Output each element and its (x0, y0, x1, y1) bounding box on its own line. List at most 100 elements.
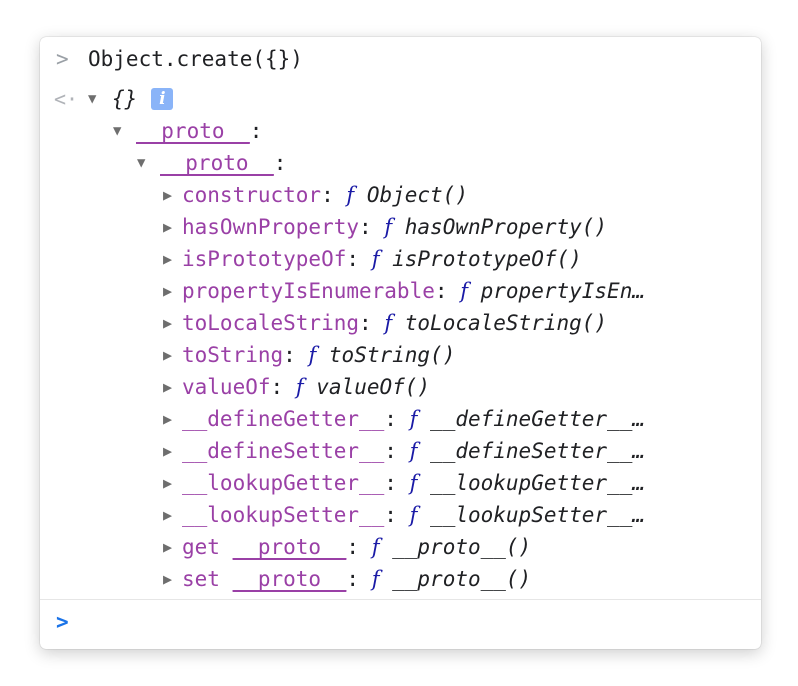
property-row[interactable]: ▶ get __proto__: f __proto__() (40, 531, 761, 563)
property-accessor-keyword: get (182, 535, 233, 559)
property-key: isPrototypeOf (182, 247, 347, 271)
function-glyph: f (371, 247, 380, 271)
function-glyph: f (384, 311, 393, 335)
triangle-right-icon[interactable]: ▶ (163, 371, 172, 403)
property-row[interactable]: ▶ constructor: f Object() (40, 179, 761, 211)
property-value: toLocaleString() (404, 311, 608, 335)
prompt-chevron-icon: > (56, 610, 69, 634)
colon: : (346, 535, 360, 559)
proto-key: __proto__ (160, 151, 274, 175)
property-row[interactable]: ▶ set __proto__: f __proto__() (40, 563, 761, 595)
property-row[interactable]: ▶ __lookupGetter__: f __lookupGetter__… (40, 467, 761, 499)
property-value: toString() (328, 343, 456, 367)
result-object-label: {} (112, 87, 138, 111)
triangle-right-icon[interactable]: ▶ (163, 307, 172, 339)
function-glyph: f (308, 343, 317, 367)
colon: : (346, 247, 360, 271)
property-key: hasOwnProperty (182, 215, 360, 239)
property-row[interactable]: ▶ hasOwnProperty: f hasOwnProperty() (40, 211, 761, 243)
result-row[interactable]: <· ▼ {} i (40, 83, 761, 115)
console-input-code[interactable]: Object.create({}) (88, 43, 303, 75)
property-value: valueOf() (316, 375, 431, 399)
colon: : (359, 215, 372, 239)
proto-key: __proto__ (136, 119, 250, 143)
property-row[interactable]: ▶ toLocaleString: f toLocaleString() (40, 307, 761, 339)
triangle-down-icon[interactable]: ▼ (113, 115, 121, 147)
proto-row-level2[interactable]: ▼ __proto__: (40, 147, 761, 179)
property-value: __proto__() (392, 535, 532, 559)
console-prompt-input[interactable] (88, 606, 728, 638)
object-tree: <· ▼ {} i ▼ __proto__: ▼ __proto__: ▶ cons… (40, 83, 761, 595)
triangle-right-icon[interactable]: ▶ (163, 275, 172, 307)
colon: : (321, 183, 334, 207)
triangle-right-icon[interactable]: ▶ (163, 499, 172, 531)
colon: : (359, 311, 372, 335)
function-glyph: f (460, 279, 468, 303)
function-glyph: f (409, 407, 418, 431)
console-prompt[interactable]: > (40, 599, 761, 649)
colon: : (283, 343, 296, 367)
colon: : (384, 407, 397, 431)
property-key: __defineSetter__ (182, 439, 385, 463)
triangle-right-icon[interactable]: ▶ (163, 243, 172, 275)
property-value: Object() (366, 183, 468, 207)
function-glyph: f (371, 567, 380, 591)
property-value: isPrototypeOf() (392, 247, 582, 271)
property-value: propertyIsEn… (480, 279, 645, 303)
property-row[interactable]: ▶ toString: f toString() (40, 339, 761, 371)
property-key: __lookupGetter__ (182, 471, 385, 495)
triangle-right-icon[interactable]: ▶ (163, 339, 172, 371)
prototype-property-list: ▶ constructor: f Object() ▶ hasOwnProperty:… (40, 179, 761, 595)
function-glyph: f (384, 215, 393, 239)
property-value: hasOwnProperty() (404, 215, 608, 239)
colon: : (434, 279, 448, 303)
colon: : (384, 503, 397, 527)
property-value: __lookupGetter__… (430, 471, 645, 495)
property-key: toLocaleString (182, 311, 360, 335)
property-key: constructor (182, 183, 322, 207)
property-value: __lookupSetter__… (430, 503, 645, 527)
console-input-line: > Object.create({}) (40, 43, 761, 77)
triangle-right-icon[interactable]: ▶ (163, 211, 172, 243)
triangle-right-icon[interactable]: ▶ (163, 403, 172, 435)
property-row[interactable]: ▶ isPrototypeOf: f isPrototypeOf() (40, 243, 761, 275)
property-row[interactable]: ▶ __lookupSetter__: f __lookupSetter__… (40, 499, 761, 531)
property-key: __defineGetter__ (182, 407, 385, 431)
property-row[interactable]: ▶ propertyIsEnumerable: f propertyIsEn… (40, 275, 761, 307)
triangle-right-icon[interactable]: ▶ (163, 435, 172, 467)
property-row[interactable]: ▶ __defineSetter__: f __defineSetter__… (40, 435, 761, 467)
triangle-right-icon[interactable]: ▶ (163, 467, 172, 499)
function-glyph: f (409, 503, 418, 527)
triangle-down-icon[interactable]: ▼ (88, 83, 96, 115)
property-key: __lookupSetter__ (182, 503, 385, 527)
property-row[interactable]: ▶ valueOf: f valueOf() (40, 371, 761, 403)
property-row[interactable]: ▶ __defineGetter__: f __defineGetter__… (40, 403, 761, 435)
function-glyph: f (371, 535, 380, 559)
property-accessor-keyword: set (182, 567, 233, 591)
colon: : (273, 151, 287, 175)
property-value: __defineSetter__… (430, 439, 645, 463)
triangle-right-icon[interactable]: ▶ (163, 531, 172, 563)
function-glyph: f (346, 183, 355, 207)
proto-row-level1[interactable]: ▼ __proto__: (40, 115, 761, 147)
triangle-right-icon[interactable]: ▶ (163, 563, 172, 595)
colon: : (384, 439, 397, 463)
property-key: propertyIsEnumerable (182, 279, 435, 303)
function-glyph: f (409, 471, 418, 495)
colon: : (346, 567, 360, 591)
property-key: toString (182, 343, 284, 367)
property-key: valueOf (182, 375, 271, 399)
info-icon[interactable]: i (151, 88, 174, 110)
function-glyph: f (409, 439, 418, 463)
result-arrow-icon: <· (54, 87, 79, 111)
property-key: __proto__ (232, 535, 347, 559)
triangle-right-icon[interactable]: ▶ (163, 179, 172, 211)
colon: : (384, 471, 397, 495)
property-key: __proto__ (232, 567, 347, 591)
triangle-down-icon[interactable]: ▼ (137, 147, 145, 179)
colon: : (249, 119, 263, 143)
function-glyph: f (295, 375, 304, 399)
input-chevron-icon: > (56, 47, 69, 71)
console-panel: > Object.create({}) <· ▼ {} i ▼ __proto__… (40, 37, 761, 649)
property-value: __defineGetter__… (430, 407, 645, 431)
